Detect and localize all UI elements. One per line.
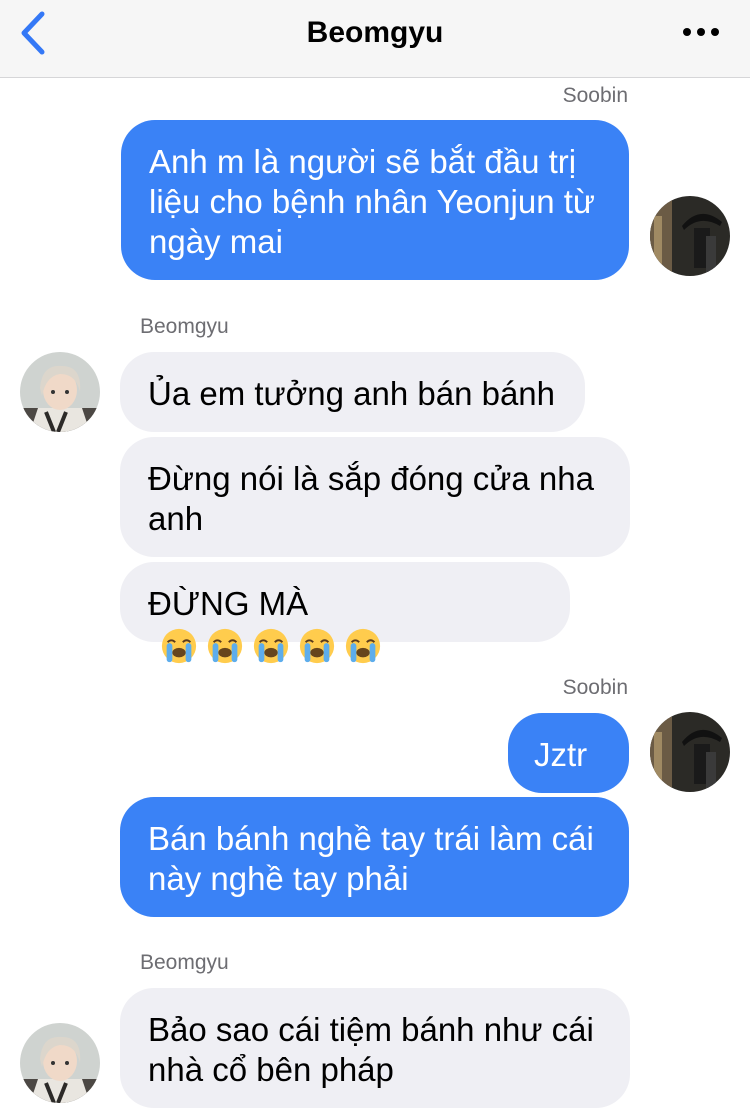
avatar-soobin[interactable] (650, 196, 730, 276)
sender-name: Soobin (562, 676, 628, 699)
sender-name: Soobin (562, 84, 628, 107)
sender-name: Beomgyu (140, 315, 229, 338)
ellipsis-icon (683, 28, 719, 36)
loudly-crying-face-icon (345, 629, 381, 664)
message-text: ĐỪNG MÀ (148, 585, 309, 622)
message-bubble-incoming[interactable]: Bảo sao cái tiệm bánh như cái nhà cổ bên… (120, 988, 630, 1108)
message-bubble-incoming[interactable]: ĐỪNG MÀ (120, 562, 570, 664)
avatar-beomgyu[interactable] (20, 1023, 100, 1103)
navigation-bar: Beomgyu (0, 0, 750, 78)
avatar-beomgyu[interactable] (20, 352, 100, 432)
emoji-group (160, 627, 382, 665)
message-bubble-incoming[interactable]: Đừng nói là sắp đóng cửa nha anh (120, 437, 630, 557)
loudly-crying-face-icon (253, 629, 289, 664)
message-bubble-outgoing[interactable]: Anh m là người sẽ bắt đầu trị liệu cho b… (121, 120, 629, 280)
loudly-crying-face-icon (161, 629, 197, 664)
loudly-crying-face-icon (299, 629, 335, 664)
chat-screen: Beomgyu Soobin Anh m là người sẽ bắt đầu… (0, 0, 750, 1114)
sender-name: Beomgyu (140, 951, 229, 974)
message-bubble-outgoing[interactable]: Bán bánh nghề tay trái làm cái này nghề … (120, 797, 629, 917)
message-bubble-incoming[interactable]: Ủa em tưởng anh bán bánh (120, 352, 585, 432)
more-options-button[interactable] (682, 22, 722, 42)
conversation-title[interactable]: Beomgyu (0, 16, 750, 50)
message-bubble-outgoing[interactable]: Jztr (508, 713, 629, 793)
loudly-crying-face-icon (207, 629, 243, 664)
avatar-soobin[interactable] (650, 712, 730, 792)
